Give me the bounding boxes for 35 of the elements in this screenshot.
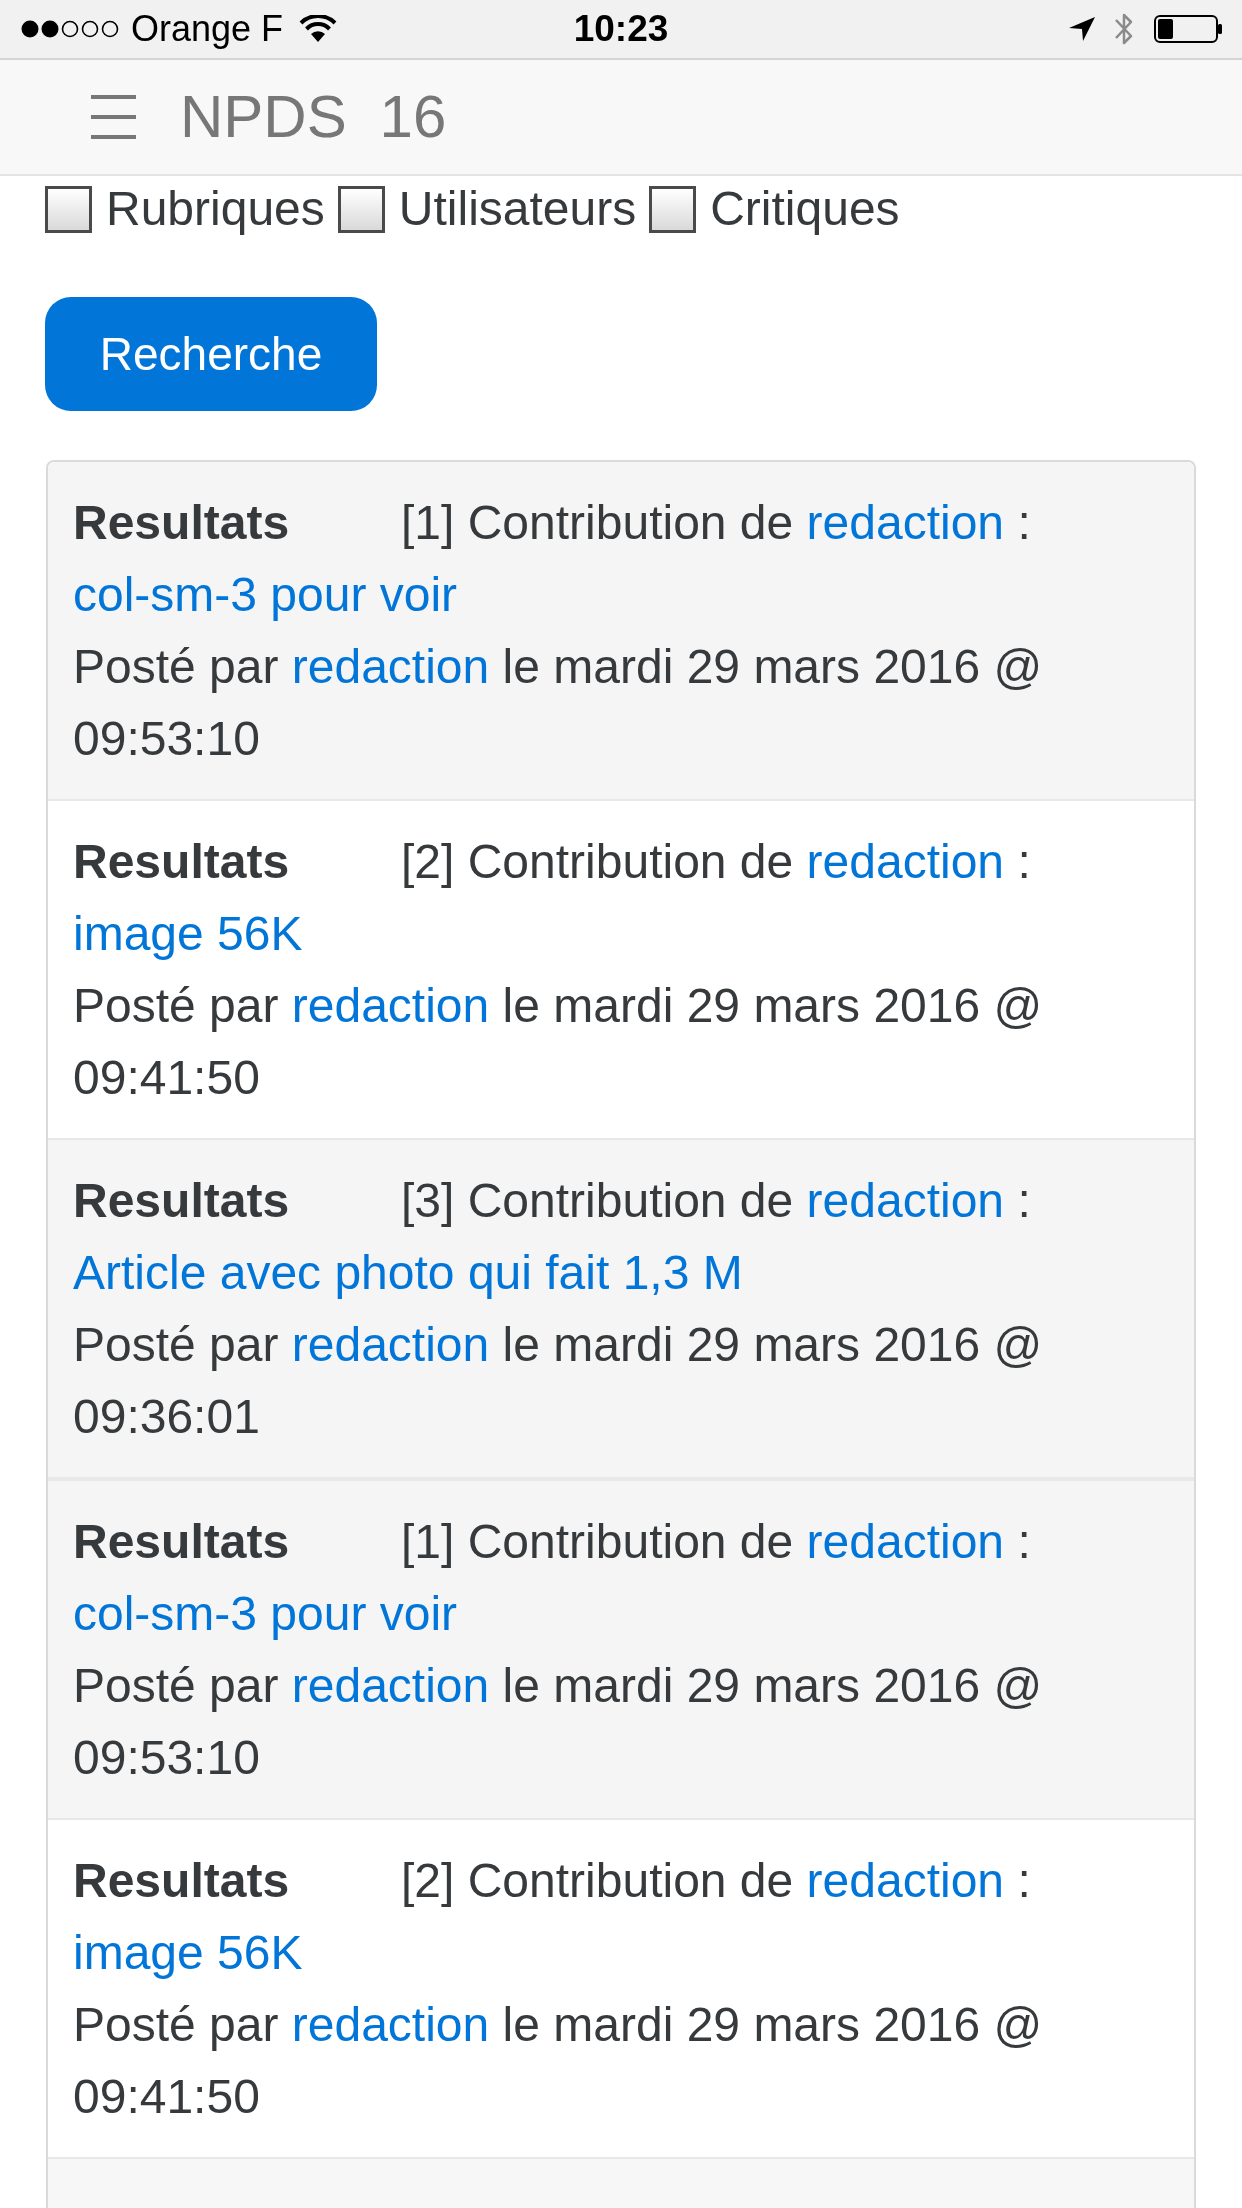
author-link[interactable]: redaction bbox=[806, 1174, 1005, 1227]
poster-link[interactable]: redaction bbox=[291, 1659, 490, 1712]
posted-info: Posté par redaction le mardi 29 mars 2016 @ 09:36:01 bbox=[73, 1317, 1044, 1445]
posted-info: Posté par redaction le mardi 29 mars 2016 @ 09:41:50 bbox=[73, 1997, 1044, 2125]
search-button[interactable]: Recherche bbox=[45, 297, 377, 411]
posted-info: Posté par redaction le mardi 29 mars 2016 @ 09:53:10 bbox=[73, 1658, 1044, 1786]
category-label[interactable]: Critiques bbox=[710, 180, 900, 238]
poster-link[interactable]: redaction bbox=[291, 1318, 490, 1371]
author-link[interactable]: redaction bbox=[806, 835, 1005, 888]
site-title[interactable]: NPDS 16 bbox=[180, 82, 447, 152]
posted-info: Posté par redaction le mardi 29 mars 2016 @ 09:53:10 bbox=[73, 639, 1044, 767]
wifi-icon bbox=[299, 15, 338, 43]
location-arrow-icon bbox=[1068, 16, 1096, 42]
category-checkbox[interactable] bbox=[337, 185, 385, 233]
menu-icon[interactable] bbox=[91, 95, 136, 139]
category-label[interactable]: Rubriques bbox=[106, 180, 325, 238]
poster-link[interactable]: redaction bbox=[291, 979, 490, 1032]
article-link[interactable]: image 56K bbox=[73, 1926, 303, 1979]
author-link[interactable]: redaction bbox=[806, 496, 1005, 549]
carrier-name: Orange F bbox=[131, 7, 284, 51]
poster-link[interactable]: redaction bbox=[291, 640, 490, 693]
category-checkbox[interactable] bbox=[45, 185, 92, 233]
author-link[interactable]: redaction bbox=[806, 1854, 1005, 1907]
article-link[interactable]: col-sm-3 pour voir bbox=[73, 568, 458, 621]
category-checkbox[interactable] bbox=[649, 185, 697, 233]
battery-icon bbox=[1154, 15, 1222, 43]
author-link[interactable]: redaction bbox=[806, 1515, 1005, 1568]
posted-info: Posté par redaction le mardi 29 mars 2016 @ 09:41:50 bbox=[73, 978, 1044, 1106]
clock-time: 10:23 bbox=[573, 7, 669, 51]
signal-strength-icon bbox=[20, 19, 120, 39]
article-link[interactable]: col-sm-3 pour voir bbox=[73, 1587, 458, 1640]
article-link[interactable]: image 56K bbox=[73, 907, 303, 960]
category-label[interactable]: Utilisateurs bbox=[398, 180, 637, 238]
article-link[interactable]: Article avec photo qui fait 1,3 M bbox=[73, 1246, 743, 1299]
poster-link[interactable]: redaction bbox=[291, 1998, 490, 2051]
